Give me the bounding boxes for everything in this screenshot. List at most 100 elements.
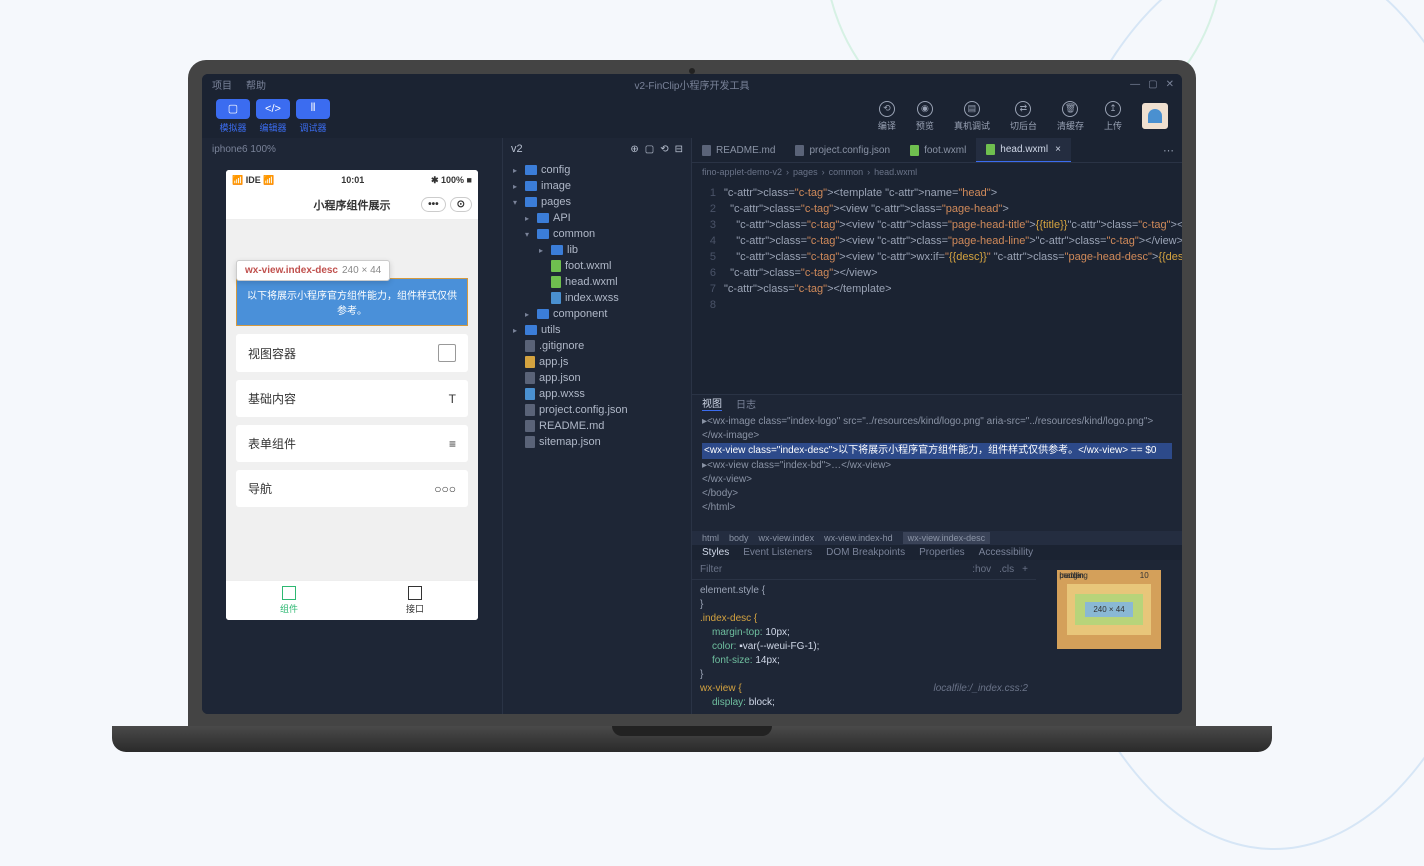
tree-item-common[interactable]: ▾common: [503, 226, 691, 242]
file-icon: [525, 404, 535, 416]
tree-item-API[interactable]: ▸API: [503, 210, 691, 226]
devtools-tab-view[interactable]: 视图: [702, 395, 722, 411]
hov-toggle[interactable]: :hov: [972, 564, 991, 575]
tree-item-sitemap.json[interactable]: sitemap.json: [503, 434, 691, 450]
menu-help[interactable]: 帮助: [246, 77, 266, 92]
tree-item-foot.wxml[interactable]: foot.wxml: [503, 258, 691, 274]
devtools-subtab-properties[interactable]: Properties: [919, 547, 965, 558]
remote-debug-button[interactable]: ▤真机调试: [954, 101, 990, 132]
laptop-frame: 项目 帮助 v2-FinClip小程序开发工具 — ▢ ✕ ▢ 模拟器 </> …: [158, 60, 1226, 780]
styles-inspector[interactable]: element.style {}.index-desc {</span></di…: [692, 580, 1036, 714]
clear-cache-button[interactable]: 🗑清缓存: [1057, 101, 1084, 132]
tree-item-.gitignore[interactable]: .gitignore: [503, 338, 691, 354]
tree-item-README.md[interactable]: README.md: [503, 418, 691, 434]
close-icon[interactable]: ×: [1055, 144, 1061, 155]
page-title: 小程序组件展示: [314, 197, 391, 213]
capsule-menu-icon[interactable]: •••: [421, 197, 446, 212]
folder-icon: [537, 309, 549, 319]
dots-icon: ○○○: [434, 482, 456, 496]
background-icon: ⇄: [1015, 101, 1031, 117]
tree-item-app.js[interactable]: app.js: [503, 354, 691, 370]
devtools-subtab-event-listeners[interactable]: Event Listeners: [743, 547, 812, 558]
tree-item-index.wxss[interactable]: index.wxss: [503, 290, 691, 306]
upload-button[interactable]: ↥上传: [1104, 101, 1122, 132]
window-maximize-icon[interactable]: ▢: [1148, 79, 1157, 90]
tree-item-utils[interactable]: ▸utils: [503, 322, 691, 338]
editor-tab-README.md[interactable]: README.md: [692, 138, 785, 162]
menu-item-navigation[interactable]: 导航○○○: [236, 470, 468, 507]
components-icon: [282, 586, 296, 600]
file-icon: [551, 260, 561, 272]
menu-project[interactable]: 项目: [212, 77, 232, 92]
file-icon: [551, 276, 561, 288]
devtools-subtab-accessibility[interactable]: Accessibility: [979, 547, 1033, 558]
preview-button[interactable]: ◉预览: [916, 101, 934, 132]
editor-toggle[interactable]: </> 编辑器: [256, 99, 290, 134]
menu-item-basic-content[interactable]: 基础内容T: [236, 380, 468, 417]
compile-icon: ⟲: [879, 101, 895, 117]
tree-item-component[interactable]: ▸component: [503, 306, 691, 322]
phone-nav-bar: 小程序组件展示 ••• ⊙: [226, 190, 478, 220]
refresh-icon[interactable]: ⟲: [660, 144, 668, 155]
styles-filter-input[interactable]: Filter: [700, 564, 722, 575]
tabbar-components[interactable]: 组件: [226, 581, 352, 620]
list-icon: ≡: [449, 437, 456, 451]
device-label: iphone6 100%: [212, 144, 276, 155]
tree-item-image[interactable]: ▸image: [503, 178, 691, 194]
devtools-subtab-styles[interactable]: Styles: [702, 547, 729, 558]
tree-item-pages[interactable]: ▾pages: [503, 194, 691, 210]
tabbar-api[interactable]: 接口: [352, 581, 478, 620]
highlighted-element[interactable]: 以下将展示小程序官方组件能力，组件样式仅供参考。: [236, 278, 468, 326]
editor-tab-project.config.json[interactable]: project.config.json: [785, 138, 900, 162]
dom-tree[interactable]: ▸<wx-image class="index-logo" src="../re…: [692, 411, 1182, 531]
capsule-close-icon[interactable]: ⊙: [450, 197, 472, 212]
folder-icon: [537, 229, 549, 239]
tree-item-app.wxss[interactable]: app.wxss: [503, 386, 691, 402]
file-icon: [525, 420, 535, 432]
background-button[interactable]: ⇄切后台: [1010, 101, 1037, 132]
file-icon: [525, 356, 535, 368]
devtools-tab-log[interactable]: 日志: [736, 396, 756, 411]
editor-tab-foot.wxml[interactable]: foot.wxml: [900, 138, 976, 162]
devtools-subtab-dom-breakpoints[interactable]: DOM Breakpoints: [826, 547, 905, 558]
window-close-icon[interactable]: ✕: [1166, 79, 1174, 90]
tree-item-app.json[interactable]: app.json: [503, 370, 691, 386]
tree-item-config[interactable]: ▸config: [503, 162, 691, 178]
collapse-icon[interactable]: ⊟: [675, 144, 683, 155]
window-titlebar: 项目 帮助 v2-FinClip小程序开发工具 — ▢ ✕: [202, 74, 1182, 94]
file-icon: [986, 144, 995, 155]
debugger-toggle[interactable]: ⫴ 调试器: [296, 99, 330, 134]
folder-icon: [525, 197, 537, 207]
compile-button[interactable]: ⟲编译: [878, 101, 896, 132]
simulator-icon: ▢: [216, 99, 250, 119]
box-model: margin 10 border padding 240 × 44: [1036, 560, 1182, 714]
file-icon: [702, 145, 711, 156]
tab-overflow-icon[interactable]: ⋯: [1155, 144, 1182, 157]
user-avatar[interactable]: [1142, 103, 1168, 129]
folder-icon: [537, 213, 549, 223]
folder-icon: [525, 165, 537, 175]
folder-icon: [525, 181, 537, 191]
menu-item-form[interactable]: 表单组件≡: [236, 425, 468, 462]
editor-icon: </>: [256, 99, 290, 119]
simulator-toggle[interactable]: ▢ 模拟器: [216, 99, 250, 134]
tree-item-lib[interactable]: ▸lib: [503, 242, 691, 258]
tree-item-project.config.json[interactable]: project.config.json: [503, 402, 691, 418]
new-folder-icon[interactable]: ▢: [645, 144, 654, 155]
remote-debug-icon: ▤: [964, 101, 980, 117]
upload-icon: ↥: [1105, 101, 1121, 117]
window-minimize-icon[interactable]: —: [1130, 79, 1140, 90]
new-file-icon[interactable]: ⊕: [630, 144, 638, 155]
cls-toggle[interactable]: .cls: [999, 564, 1014, 575]
code-editor[interactable]: 12345678 "c-attr">class="c-tag"><templat…: [692, 181, 1182, 394]
menu-item-view-container[interactable]: 视图容器: [236, 334, 468, 372]
ide-window: 项目 帮助 v2-FinClip小程序开发工具 — ▢ ✕ ▢ 模拟器 </> …: [202, 74, 1182, 714]
window-title: v2-FinClip小程序开发工具: [634, 77, 749, 92]
editor-breadcrumb: fino-applet-demo-v2 › pages › common › h…: [692, 163, 1182, 181]
add-rule-icon[interactable]: +: [1022, 564, 1028, 575]
main-toolbar: ▢ 模拟器 </> 编辑器 ⫴ 调试器 ⟲编译 ◉预览 ▤真机调试 ⇄切后台 🗑…: [202, 94, 1182, 138]
tree-item-head.wxml[interactable]: head.wxml: [503, 274, 691, 290]
dom-breadcrumb[interactable]: htmlbodywx-view.indexwx-view.index-hdwx-…: [692, 531, 1182, 545]
editor-tab-head.wxml[interactable]: head.wxml×: [976, 138, 1071, 162]
preview-icon: ◉: [917, 101, 933, 117]
